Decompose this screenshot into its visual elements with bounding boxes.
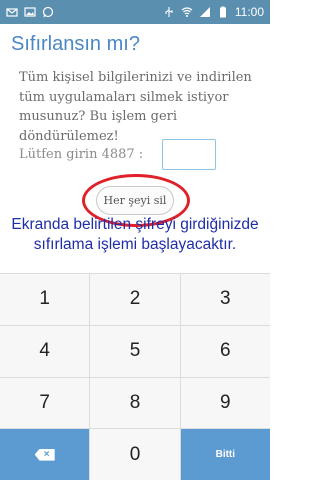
key-6[interactable]: 6: [180, 325, 270, 377]
battery-icon: [219, 6, 226, 18]
reset-dialog: Sıfırlansın mı? Tüm kişisel bilgileriniz…: [0, 24, 270, 282]
mail-icon: [6, 8, 18, 17]
status-left-icons: [6, 6, 54, 18]
image-icon: [24, 7, 36, 17]
done-key[interactable]: Bitti: [180, 429, 270, 480]
numeric-keypad: 1 2 3 4 5 6 7 8 9 × 0 Bitti: [0, 273, 270, 480]
status-right-icons: 11:00: [163, 5, 264, 19]
key-4[interactable]: 4: [0, 325, 90, 377]
backspace-icon: ×: [34, 448, 55, 461]
usb-icon: [165, 7, 173, 17]
annotation-text: Ekranda belirtilen şifreyi girdiğinizde …: [0, 215, 270, 255]
status-bar: 11:00: [0, 0, 270, 24]
clock: 11:00: [234, 5, 264, 19]
wifi-icon: [181, 7, 193, 17]
key-5[interactable]: 5: [90, 325, 180, 377]
annotation-line-1: Ekranda belirtilen şifreyi girdiğinizde: [11, 216, 259, 233]
backspace-key[interactable]: ×: [0, 429, 90, 480]
dialog-message: Tüm kişisel bilgilerinizi ve indirilen t…: [19, 70, 252, 144]
key-8[interactable]: 8: [90, 377, 180, 429]
whatsapp-icon: [42, 6, 54, 18]
pin-prompt-label: Lütfen girin 4887 :: [19, 147, 144, 162]
key-2[interactable]: 2: [90, 274, 180, 325]
key-0[interactable]: 0: [90, 429, 180, 480]
key-7[interactable]: 7: [0, 377, 90, 429]
annotation-line-2: sıfırlama işlemi başlayacaktır.: [33, 236, 237, 253]
dialog-title: Sıfırlansın mı?: [11, 33, 140, 55]
key-1[interactable]: 1: [0, 274, 90, 325]
pin-prompt-row: Lütfen girin 4887 :: [19, 139, 216, 170]
pin-input-field[interactable]: [162, 139, 216, 170]
erase-everything-button[interactable]: Her şeyi sil: [96, 186, 174, 215]
signal-icon: [199, 7, 210, 17]
key-3[interactable]: 3: [180, 274, 270, 325]
key-9[interactable]: 9: [180, 377, 270, 429]
